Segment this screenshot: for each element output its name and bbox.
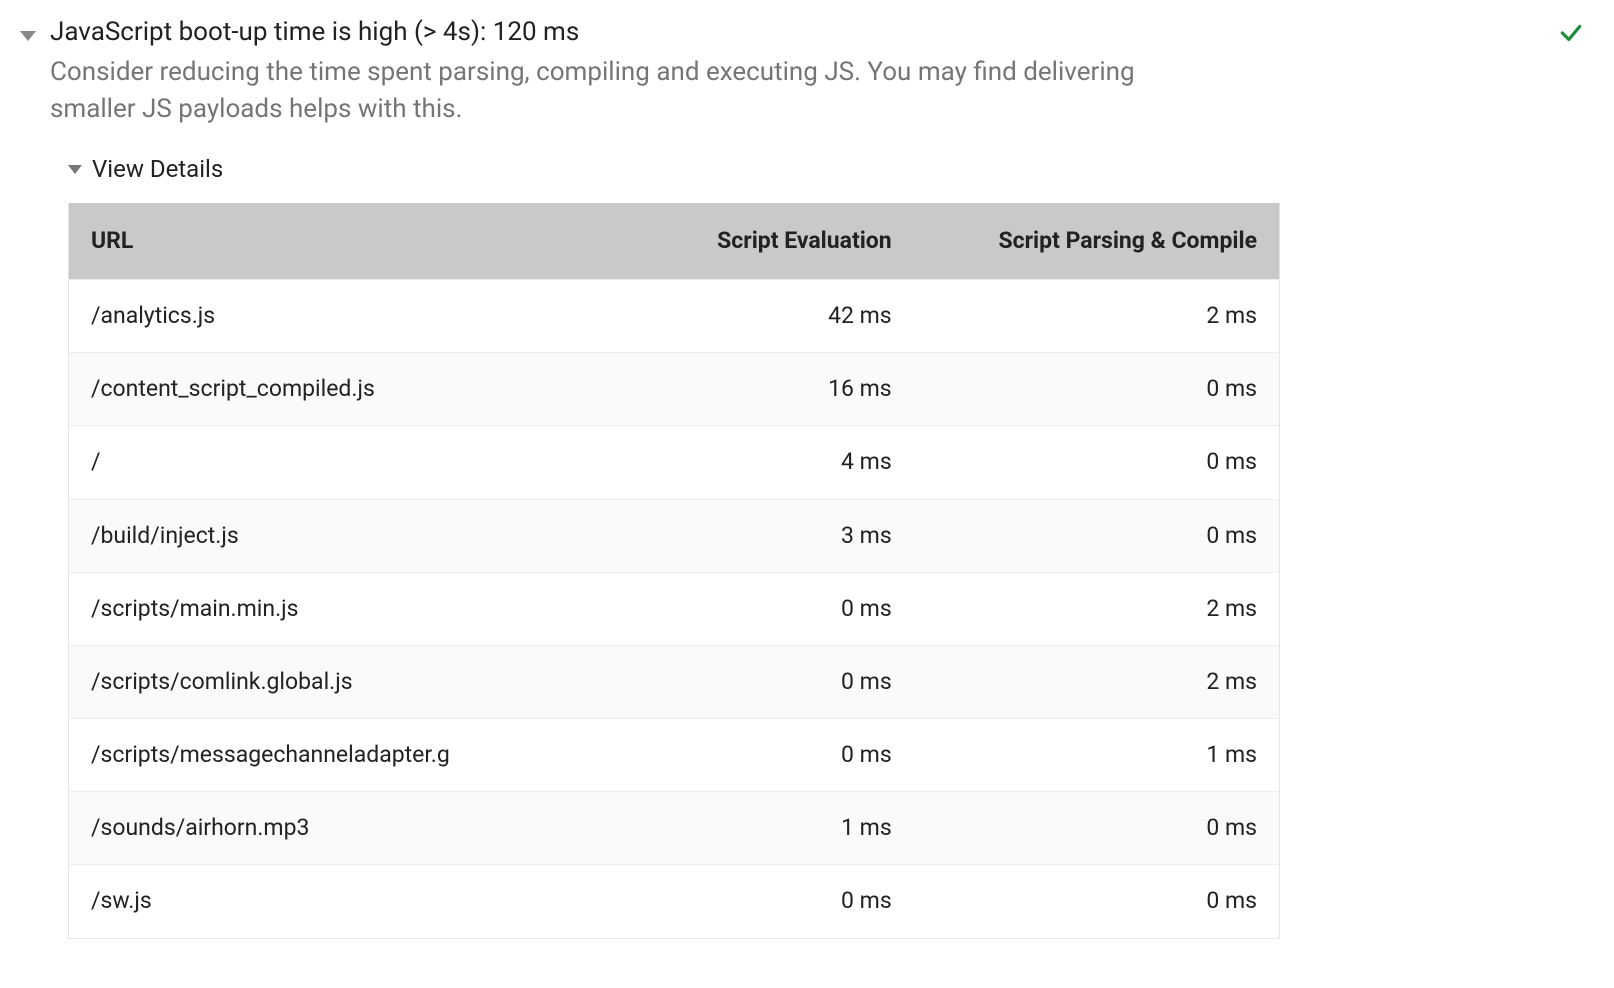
eval-cell: 16 ms: [650, 353, 914, 426]
column-header-eval: Script Evaluation: [650, 203, 914, 280]
table-row: /scripts/comlink.global.js0 ms2 ms: [69, 645, 1279, 718]
eval-cell: 0 ms: [650, 865, 914, 938]
triangle-down-icon: [68, 165, 82, 174]
eval-cell: 0 ms: [650, 719, 914, 792]
audit-header: JavaScript boot-up time is high (> 4s): …: [20, 14, 1594, 127]
table-row: /sounds/airhorn.mp31 ms0 ms: [69, 792, 1279, 865]
table-row: /build/inject.js3 ms0 ms: [69, 499, 1279, 572]
parse-cell: 0 ms: [914, 865, 1279, 938]
eval-cell: 42 ms: [650, 279, 914, 352]
table-header-row: URL Script Evaluation Script Parsing & C…: [69, 203, 1279, 280]
url-cell: /scripts/main.min.js: [69, 572, 650, 645]
eval-cell: 3 ms: [650, 499, 914, 572]
parse-cell: 2 ms: [914, 645, 1279, 718]
table-row: /scripts/messagechanneladapter.g0 ms1 ms: [69, 719, 1279, 792]
parse-cell: 0 ms: [914, 426, 1279, 499]
column-header-parse: Script Parsing & Compile: [914, 203, 1279, 280]
url-cell: /build/inject.js: [69, 499, 650, 572]
url-cell: /: [69, 426, 650, 499]
url-cell: /sw.js: [69, 865, 650, 938]
table-row: /4 ms0 ms: [69, 426, 1279, 499]
eval-cell: 1 ms: [650, 792, 914, 865]
details-table: URL Script Evaluation Script Parsing & C…: [69, 203, 1279, 938]
url-cell: /content_script_compiled.js: [69, 353, 650, 426]
audit-description: Consider reducing the time spent parsing…: [50, 54, 1150, 127]
table-row: /sw.js0 ms0 ms: [69, 865, 1279, 938]
table-row: /content_script_compiled.js16 ms0 ms: [69, 353, 1279, 426]
url-cell: /analytics.js: [69, 279, 650, 352]
url-cell: /scripts/messagechanneladapter.g: [69, 719, 650, 792]
triangle-down-icon: [20, 31, 36, 41]
table-row: /analytics.js42 ms2 ms: [69, 279, 1279, 352]
eval-cell: 0 ms: [650, 572, 914, 645]
view-details-label: View Details: [92, 153, 223, 187]
check-icon: [1558, 20, 1584, 46]
eval-cell: 4 ms: [650, 426, 914, 499]
details-table-container: URL Script Evaluation Script Parsing & C…: [68, 203, 1280, 939]
url-cell: /sounds/airhorn.mp3: [69, 792, 650, 865]
eval-cell: 0 ms: [650, 645, 914, 718]
table-row: /scripts/main.min.js0 ms2 ms: [69, 572, 1279, 645]
parse-cell: 2 ms: [914, 572, 1279, 645]
view-details-toggle[interactable]: View Details: [68, 153, 1594, 187]
parse-cell: 1 ms: [914, 719, 1279, 792]
audit-text: JavaScript boot-up time is high (> 4s): …: [50, 14, 1558, 127]
parse-cell: 0 ms: [914, 792, 1279, 865]
audit-disclosure-toggle[interactable]: [20, 20, 36, 51]
audit-title: JavaScript boot-up time is high (> 4s): …: [50, 14, 1518, 50]
parse-cell: 0 ms: [914, 499, 1279, 572]
parse-cell: 2 ms: [914, 279, 1279, 352]
parse-cell: 0 ms: [914, 353, 1279, 426]
column-header-url: URL: [69, 203, 650, 280]
url-cell: /scripts/comlink.global.js: [69, 645, 650, 718]
